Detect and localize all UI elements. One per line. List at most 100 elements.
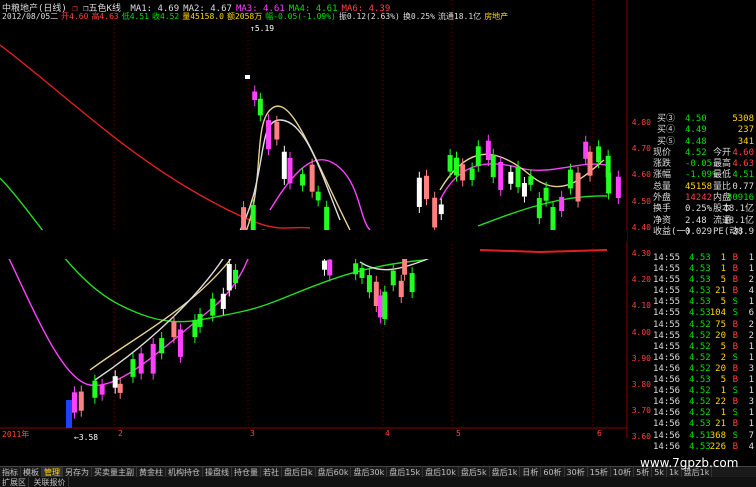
candle-body <box>257 98 263 116</box>
tick-count: 1 <box>748 341 754 352</box>
tick-row[interactable]: 14:55 4.53 5 S 1 <box>651 297 756 308</box>
candle-body <box>508 171 514 184</box>
tick-row[interactable]: 14:55 4.52 75 B 2 <box>651 320 756 331</box>
tick-row[interactable]: 14:56 4.53 226 B 4 <box>651 442 756 453</box>
tick-row[interactable]: 14:56 4.52 1 S 1 <box>651 408 756 419</box>
candle-body <box>409 273 415 293</box>
tick-count: 3 <box>748 397 754 408</box>
y-tick-label: 3.60 <box>631 432 651 442</box>
candle-body <box>567 169 573 189</box>
tick-volume: 1 <box>720 253 726 263</box>
stat-value: 0.029 <box>685 226 713 237</box>
tick-side: B <box>732 341 738 352</box>
tick-time: 14:56 <box>653 397 681 408</box>
ohlc-field: 低4.51 <box>121 12 149 21</box>
tick-side: B <box>732 363 738 374</box>
tick-volume: 75 <box>715 319 726 330</box>
order-book-vol: 341 <box>737 136 754 147</box>
candle-body <box>382 291 388 320</box>
tick-volume: 104 <box>709 308 726 319</box>
tick-row[interactable]: 14:56 4.52 2 S 1 <box>651 353 756 364</box>
x-tick-label: 2 <box>118 429 123 438</box>
tick-time: 14:55 <box>653 330 681 341</box>
tick-count: 1 <box>748 419 754 430</box>
candle-body <box>197 314 203 327</box>
stat-label: 量比 <box>713 181 732 192</box>
tick-price: 4.53 <box>689 297 711 308</box>
tick-volume: 5 <box>720 375 726 386</box>
kline-chart[interactable] <box>0 0 651 440</box>
tick-time: 14:56 <box>653 352 681 363</box>
tick-count: 2 <box>748 319 754 330</box>
tick-row[interactable]: 14:55 4.52 5 B 1 <box>651 342 756 353</box>
order-book-price: 4.49 <box>685 125 707 136</box>
tick-volume: 368 <box>709 430 726 441</box>
tick-volume: 1 <box>720 408 726 419</box>
stat-value: 18.1亿 <box>723 215 754 226</box>
candle-body <box>92 380 98 398</box>
candle-body <box>245 75 250 79</box>
candle-body <box>71 392 77 413</box>
y-tick-label: 4.50 <box>631 196 651 206</box>
tick-row[interactable]: 14:56 4.52 20 B 3 <box>651 364 756 375</box>
tick-side: B <box>732 441 738 452</box>
x-tick-label: 3 <box>250 429 255 438</box>
tick-count: 1 <box>748 253 754 263</box>
stat-value: 45158 <box>685 181 713 192</box>
ohlc-field: 流通18.1亿 <box>437 12 482 21</box>
candle-body <box>266 120 272 150</box>
order-book-price: 4.48 <box>685 136 707 147</box>
related-quote-tab[interactable]: 关联报价 <box>32 477 69 487</box>
tick-row[interactable]: 14:55 4.53 21 B 4 <box>651 286 756 297</box>
stat-value: 4.52 <box>685 147 707 158</box>
tick-row[interactable]: 14:55 4.53 104 S 6 <box>651 308 756 319</box>
tick-price: 4.53 <box>689 264 711 275</box>
tick-row[interactable]: 14:55 4.53 1 B 1 <box>651 264 756 275</box>
tick-time: 14:56 <box>653 408 681 419</box>
candle-body <box>78 391 84 411</box>
ohlc-field: 开4.60 <box>61 12 89 21</box>
candle-body <box>281 151 287 179</box>
tick-time: 14:56 <box>653 441 681 452</box>
candle-body <box>241 207 247 233</box>
candle-body <box>606 172 612 194</box>
tick-side: B <box>732 253 738 263</box>
stat-value: 30916 <box>726 193 754 204</box>
tick-count: 1 <box>748 297 754 308</box>
tick-price: 4.52 <box>689 341 711 352</box>
order-book-label: 买③ <box>657 114 676 124</box>
tick-row[interactable]: 14:56 4.53 5 B 1 <box>651 375 756 386</box>
stat-value: 4.60 <box>732 147 754 158</box>
tick-row[interactable]: 14:55 4.53 1 B 1 <box>651 253 756 264</box>
candle-body <box>528 176 534 185</box>
stat-value: 14242 <box>685 193 713 204</box>
y-tick-label: 4.00 <box>631 327 651 337</box>
ohlc-field: 额2058万 <box>226 12 263 21</box>
tick-side: S <box>732 430 738 441</box>
order-book-row: 买⑤ 4.48 341 <box>651 137 756 148</box>
candle-body <box>402 257 408 275</box>
ext-area-tab[interactable]: 扩展区 <box>0 477 29 487</box>
data-gap <box>0 230 430 259</box>
tick-row[interactable]: 14:56 4.51 368 S 7 <box>651 431 756 442</box>
tick-time: 14:55 <box>653 341 681 352</box>
tick-side: B <box>732 319 738 330</box>
tick-row[interactable]: 14:56 4.52 1 S 1 <box>651 386 756 397</box>
tick-list[interactable]: 14:55 4.53 1 B 1 14:55 4.53 1 B 1 14:55 4.53 5 B 2 14:5… <box>651 253 756 453</box>
tick-volume: 5 <box>720 297 726 308</box>
order-book-label: 买⑤ <box>657 136 676 147</box>
candle-body <box>460 164 466 181</box>
y-tick-label: 4.30 <box>631 249 651 258</box>
candle-body <box>192 320 198 338</box>
tick-side: B <box>732 286 738 297</box>
stat-label: 涨幅 <box>653 170 672 181</box>
y-tick-label: 4.80 <box>631 118 651 127</box>
tick-count: 4 <box>748 286 754 297</box>
tick-time: 14:56 <box>653 363 681 374</box>
tick-row[interactable]: 14:55 4.53 5 B 2 <box>651 275 756 286</box>
tick-row[interactable]: 14:56 4.52 22 B 3 <box>651 397 756 408</box>
tick-row[interactable]: 14:55 4.52 20 B 2 <box>651 331 756 342</box>
tick-row[interactable]: 14:56 4.53 21 B 1 <box>651 419 756 430</box>
ohlc-field: 幅-0.05(-1.09%) <box>265 12 336 21</box>
tick-count: 2 <box>748 330 754 341</box>
